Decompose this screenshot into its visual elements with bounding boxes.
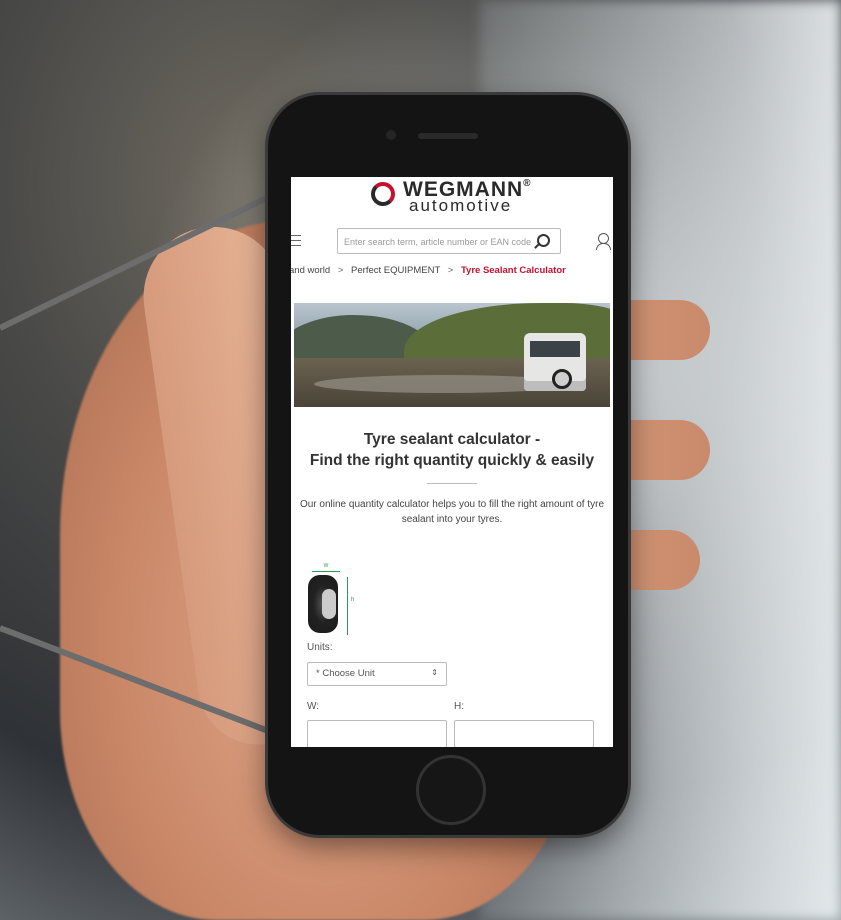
tyre-height-label: h (351, 597, 355, 603)
breadcrumb-item[interactable]: Perfect EQUIPMENT (351, 265, 440, 276)
tyre-height-marker (347, 577, 352, 635)
w-label: W: (307, 701, 320, 712)
w-input[interactable] (307, 720, 447, 747)
user-icon[interactable] (596, 233, 611, 250)
hero-image (294, 303, 610, 407)
speaker (418, 133, 478, 139)
brand-subtitle: automotive (409, 196, 513, 215)
menu-icon[interactable] (291, 235, 301, 250)
breadcrumb: and world > Perfect EQUIPMENT > Tyre Sea… (291, 265, 566, 276)
breadcrumb-separator: > (447, 265, 454, 276)
divider (427, 483, 477, 484)
unit-select-value: * Choose Unit (316, 668, 375, 679)
h-label: H: (454, 701, 464, 712)
tyre-icon (308, 575, 338, 633)
tyre-width-marker: W (312, 563, 340, 572)
page-title-line1: Tyre sealant calculator - (363, 431, 541, 448)
page-title-line2: Find the right quantity quickly & easily (309, 452, 595, 469)
camera (386, 130, 396, 140)
select-arrow-icon: ⇕ (431, 668, 438, 677)
breadcrumb-current: Tyre Sealant Calculator (460, 265, 566, 276)
spare-wheel-icon (552, 369, 572, 389)
vehicle-image (524, 333, 586, 391)
search-icon[interactable] (537, 234, 550, 247)
units-label: Units: (307, 642, 333, 653)
search-input[interactable] (342, 233, 536, 251)
phone-screen: WEGMANN® automotive and world > Perfect … (291, 177, 613, 747)
page-title: Tyre sealant calculator - Find the right… (291, 429, 613, 471)
h-input[interactable] (454, 720, 594, 747)
home-button[interactable] (416, 755, 486, 825)
search-box (337, 228, 561, 254)
logo-ring-icon (371, 182, 395, 206)
brand-logo[interactable]: WEGMANN® automotive (371, 177, 551, 217)
intro-text: Our online quantity calculator helps you… (299, 499, 605, 525)
registered-mark: ® (523, 178, 532, 189)
breadcrumb-item[interactable]: and world (291, 265, 330, 276)
breadcrumb-separator: > (337, 265, 344, 276)
unit-select[interactable]: * Choose Unit ⇕ (307, 662, 447, 686)
